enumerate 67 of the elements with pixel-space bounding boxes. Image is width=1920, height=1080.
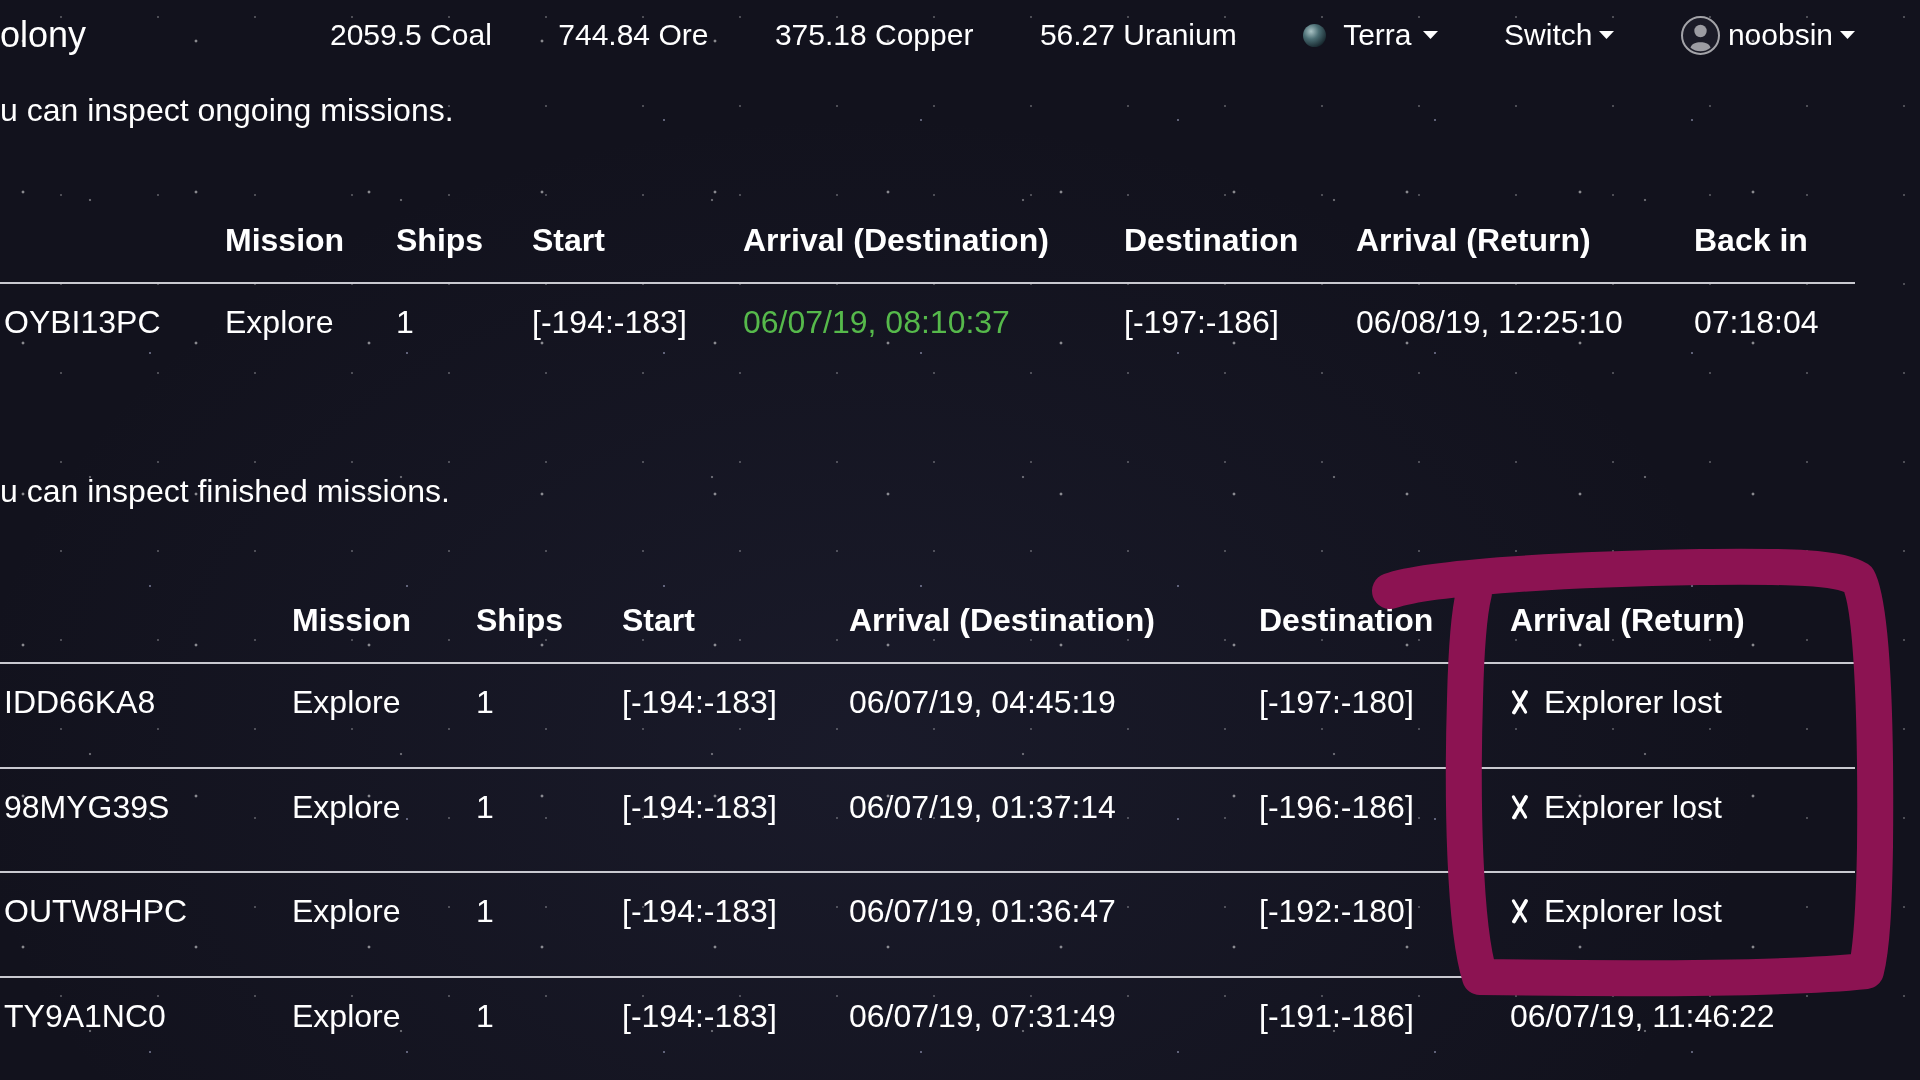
user-icon [1680, 15, 1720, 55]
start-coordinates: [-194:-183] [622, 893, 777, 929]
arrival-time: 06/07/19, 01:36:47 [849, 893, 1116, 929]
planet-dropdown[interactable]: Terra [1303, 17, 1438, 53]
ship-count: 1 [476, 893, 494, 929]
mission-id: OUTW8HPC [4, 893, 188, 929]
column-header: Ships [396, 221, 484, 258]
mission-id: IDD66KA8 [4, 684, 156, 720]
intro-text: u can inspect finished missions. [0, 471, 451, 511]
column-header: Mission [292, 602, 412, 638]
resource-amount: 375.18 Copper [774, 17, 974, 53]
globe-icon [1303, 23, 1327, 47]
cross-icon [1510, 793, 1530, 820]
column-header: Destination [1259, 602, 1434, 638]
arrival-time: 06/07/19, 07:31:49 [849, 997, 1116, 1034]
start-coordinates: [-194:-183] [622, 788, 777, 825]
resource-amount: 744.84 Ore [558, 17, 709, 53]
status-text: Explorer lost [1544, 683, 1722, 722]
column-header: Back in [1694, 221, 1808, 258]
column-header: Destination [1124, 221, 1299, 258]
ship-count: 1 [396, 303, 414, 340]
return-time: 06/08/19, 12:25:10 [1356, 303, 1623, 340]
countdown-time: 07:18:04 [1694, 303, 1819, 340]
switch-dropdown[interactable]: Switch [1504, 17, 1615, 53]
arrival-time: 06/07/19, 04:45:19 [849, 684, 1116, 720]
brand-link[interactable]: olony [0, 14, 87, 56]
resource-amount: 56.27 Uranium [1039, 17, 1237, 53]
caret-icon [1840, 31, 1855, 39]
destination-coordinates: [-197:-186] [1124, 303, 1279, 340]
return-time: 06/07/19, 11:46:22 [1510, 997, 1775, 1034]
mission-type: Explore [292, 788, 401, 825]
status-text: Explorer lost [1544, 892, 1722, 931]
column-header: Ships [476, 602, 564, 638]
start-coordinates: [-194:-183] [622, 684, 777, 720]
cross-icon [1510, 898, 1530, 924]
column-header: Arrival (Return) [1510, 602, 1745, 638]
destination-coordinates: [-197:-180] [1259, 684, 1414, 720]
start-coordinates: [-194:-183] [532, 303, 687, 340]
column-header: Arrival (Destination) [849, 602, 1155, 638]
ship-count: 1 [476, 684, 494, 720]
mission-type: Explore [225, 303, 334, 340]
column-header: Start [622, 602, 695, 638]
mission-id: 98MYG39S [4, 788, 170, 825]
column-header: Arrival (Destination) [743, 221, 1049, 258]
mission-type: Explore [292, 893, 401, 929]
mission-id: OYBI13PC [4, 303, 161, 340]
column-header: Start [532, 221, 605, 258]
mission-type: Explore [292, 684, 401, 720]
cross-icon [1510, 689, 1530, 715]
status-text: Explorer lost [1544, 787, 1722, 827]
intro-text: u can inspect ongoing missions. [0, 91, 455, 130]
column-header: Arrival (Return) [1356, 221, 1591, 258]
caret-icon [1599, 31, 1615, 39]
destination-coordinates: [-196:-186] [1259, 788, 1414, 825]
column-header: Mission [225, 221, 345, 258]
ship-count: 1 [476, 997, 494, 1034]
arrival-time: 06/07/19, 01:37:14 [849, 788, 1116, 825]
mission-id: TY9A1NC0 [4, 997, 166, 1034]
resource-amount: 2059.5 Coal [330, 17, 492, 53]
start-coordinates: [-194:-183] [622, 997, 777, 1034]
destination-coordinates: [-192:-180] [1259, 893, 1414, 929]
ship-count: 1 [476, 788, 494, 825]
mission-type: Explore [292, 997, 401, 1034]
user-dropdown[interactable]: noobsin [1680, 15, 1855, 55]
arrival-time: 06/07/19, 08:10:37 [743, 303, 1010, 340]
destination-coordinates: [-191:-186] [1259, 997, 1414, 1034]
caret-icon [1422, 31, 1438, 39]
